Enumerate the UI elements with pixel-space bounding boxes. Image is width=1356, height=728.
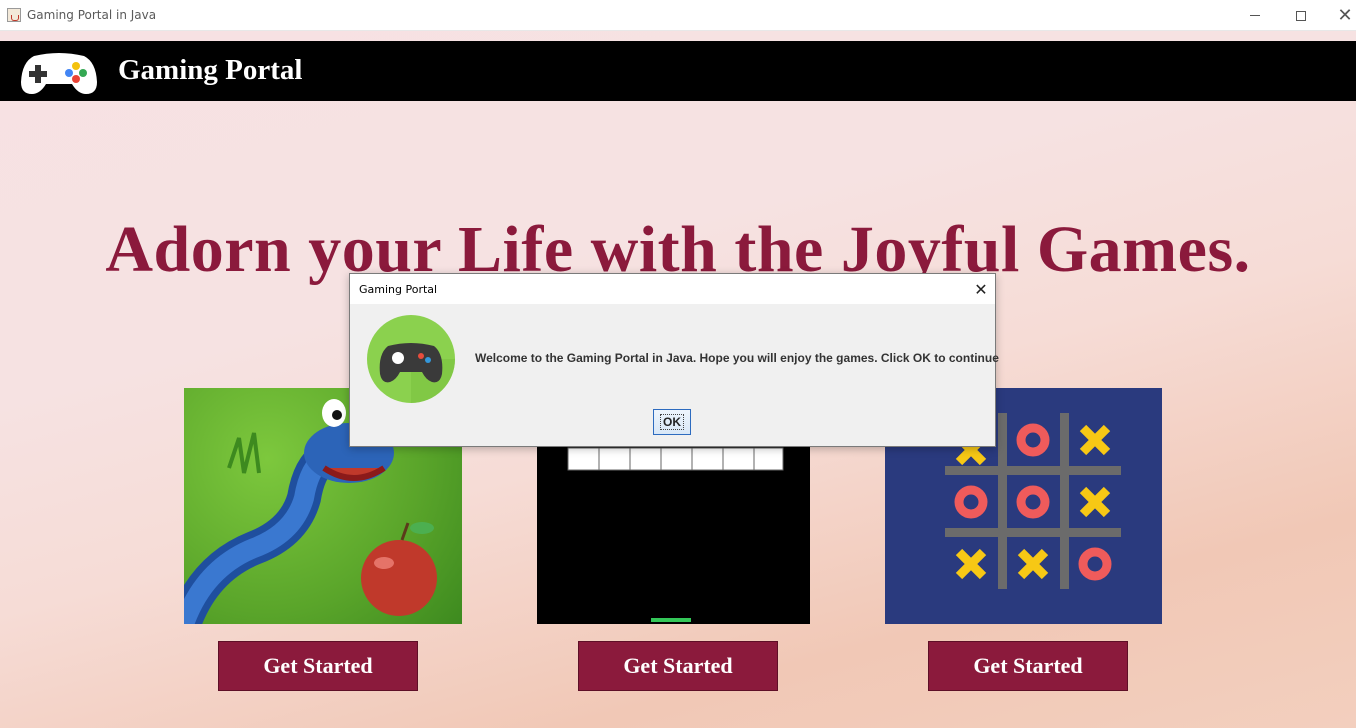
ok-button[interactable]: OK (653, 409, 691, 435)
close-icon: ✕ (974, 279, 988, 299)
dialog-title: Gaming Portal (359, 283, 438, 296)
gamepad-icon (367, 315, 455, 403)
close-window-button[interactable]: ✕ (1322, 0, 1356, 31)
ok-label: OK (660, 414, 684, 430)
snake-get-started-button[interactable]: Get Started (218, 641, 418, 691)
app-header: Gaming Portal (0, 41, 1356, 101)
close-icon: ✕ (1337, 4, 1353, 26)
minimize-button[interactable] (1232, 0, 1278, 31)
window-title: Gaming Portal in Java (27, 8, 157, 22)
gamepad-icon (21, 53, 97, 94)
tic-tac-toe-get-started-button[interactable]: Get Started (928, 641, 1128, 691)
window-titlebar: Gaming Portal in Java ✕ (0, 0, 1356, 31)
app-title: Gaming Portal (118, 54, 303, 86)
minimize-icon (1250, 15, 1260, 16)
dialog-close-button[interactable]: ✕ (970, 278, 992, 300)
dialog-message: Welcome to the Gaming Portal in Java. Ho… (475, 351, 999, 365)
dialog-titlebar: Gaming Portal ✕ (350, 274, 995, 304)
maximize-button[interactable] (1278, 0, 1324, 31)
welcome-dialog: Gaming Portal ✕ Welcome to the Gaming Po… (349, 273, 999, 447)
maximize-icon (1296, 10, 1306, 21)
brick-breaker-get-started-button[interactable]: Get Started (578, 641, 778, 691)
java-app-icon (7, 8, 21, 22)
